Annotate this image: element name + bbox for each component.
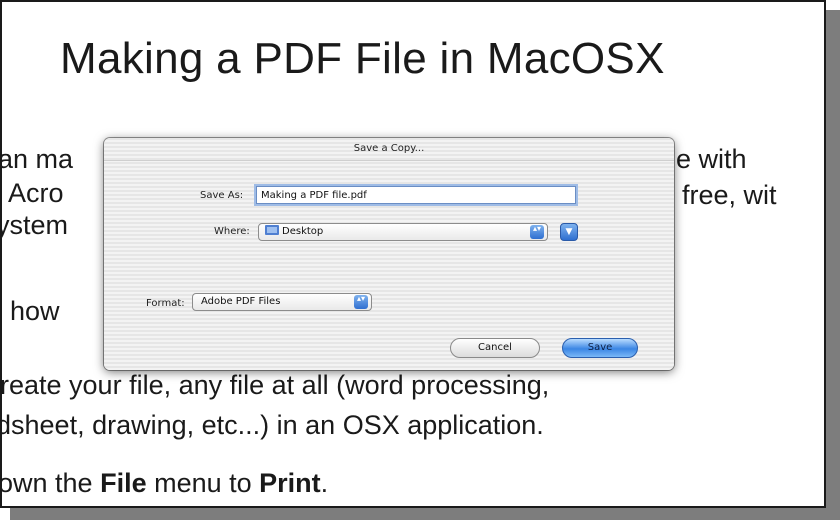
folder-icon: [265, 225, 279, 235]
slide-shadow: [10, 508, 840, 520]
slide: Making a PDF File in MacOSX an ma le wit…: [0, 0, 840, 520]
menu-name-file: File: [100, 468, 147, 498]
body-line: ystem: [0, 210, 69, 240]
cancel-button[interactable]: Cancel: [450, 338, 540, 358]
body-line: an ma: [0, 144, 74, 174]
body-line: Acro: [8, 178, 64, 208]
body-line: own the File menu to Print.: [0, 468, 329, 498]
body-line: how: [10, 296, 60, 326]
save-button[interactable]: Save: [562, 338, 638, 358]
save-as-label: Save As:: [200, 190, 244, 201]
slide-title: Making a PDF File in MacOSX: [60, 34, 665, 83]
popup-arrows-icon: ▴▾: [530, 225, 544, 239]
body-line: dsheet, drawing, etc...) in an OSX appli…: [0, 410, 544, 440]
where-popup[interactable]: Desktop ▴▾: [258, 223, 548, 241]
slide-shadow: [826, 10, 840, 520]
popup-arrows-icon: ▴▾: [354, 295, 368, 309]
body-line: free, wit: [682, 180, 777, 210]
format-popup[interactable]: Adobe PDF Files ▴▾: [192, 293, 372, 311]
where-label: Where:: [214, 226, 250, 237]
expand-disclosure-button[interactable]: ▼: [560, 223, 578, 241]
save-as-field[interactable]: Making a PDF file.pdf: [256, 186, 576, 204]
format-label: Format:: [146, 298, 185, 309]
where-value: Desktop: [282, 226, 324, 237]
body-line: le with: [670, 144, 747, 174]
body-line: reate your file, any file at all (word p…: [0, 370, 550, 400]
dialog-title: Save a Copy...: [104, 138, 674, 161]
save-dialog: Save a Copy... Save As: Making a PDF fil…: [104, 138, 674, 370]
menu-item-print: Print: [259, 468, 321, 498]
format-value: Adobe PDF Files: [201, 296, 281, 307]
